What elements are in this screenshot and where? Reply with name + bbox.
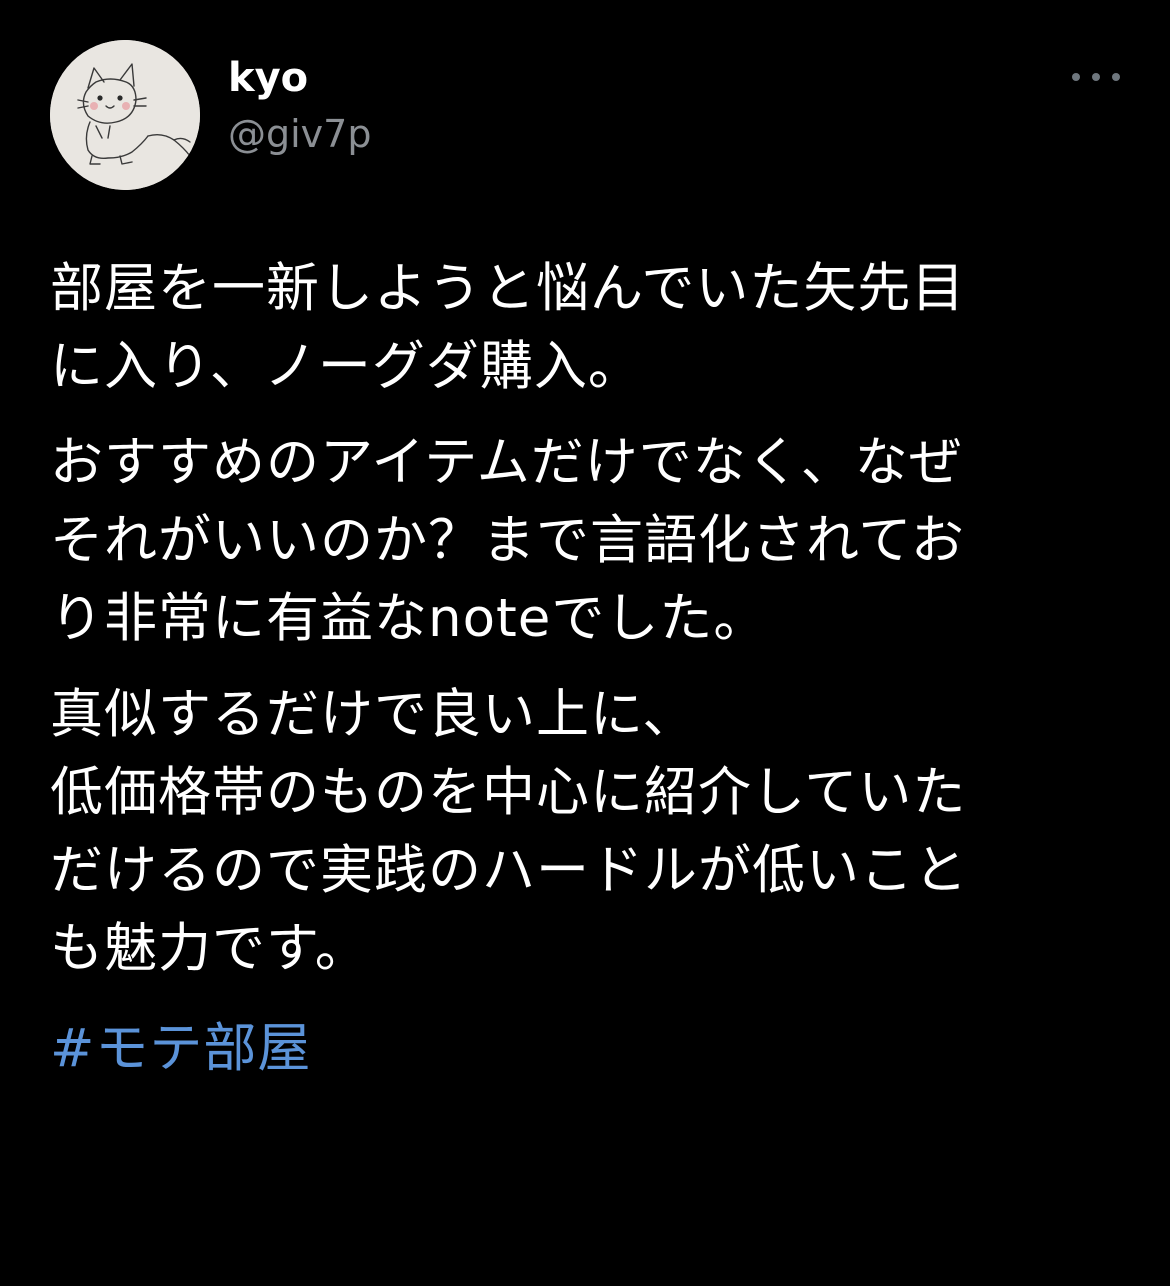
tweet-header: kyo @giv7p <box>50 40 1120 190</box>
more-dot <box>1112 73 1120 81</box>
more-dot <box>1072 73 1080 81</box>
more-options-icon[interactable] <box>1072 62 1120 92</box>
tweet-paragraph: 部屋を一新しようと悩んでいた矢先目 に入り、ノーグダ購入。 <box>50 258 966 397</box>
tweet-card: kyo @giv7p 部屋を一新しようと悩んでいた矢先目 に入り、ノーグダ購入。… <box>0 0 1170 1286</box>
avatar[interactable] <box>50 40 200 190</box>
cat-sketch-avatar-icon <box>50 40 200 190</box>
author-handle[interactable]: @giv7p <box>228 110 371 158</box>
more-dot <box>1092 73 1100 81</box>
tweet-paragraph: 真似するだけで良い上に、 低価格帯のものを中心に紹介していた だけるので実践のハ… <box>50 684 968 979</box>
tweet-paragraph: おすすめのアイテムだけでなく、なぜ それがいいのか？まで言語化されてお り非常に… <box>50 432 965 649</box>
author-display-name[interactable]: kyo <box>228 54 308 102</box>
hashtag-link[interactable]: #モテ部屋 <box>50 1010 311 1088</box>
tweet-body: 部屋を一新しようと悩んでいた矢先目 に入り、ノーグダ購入。 おすすめのアイテムだ… <box>50 250 1125 1088</box>
